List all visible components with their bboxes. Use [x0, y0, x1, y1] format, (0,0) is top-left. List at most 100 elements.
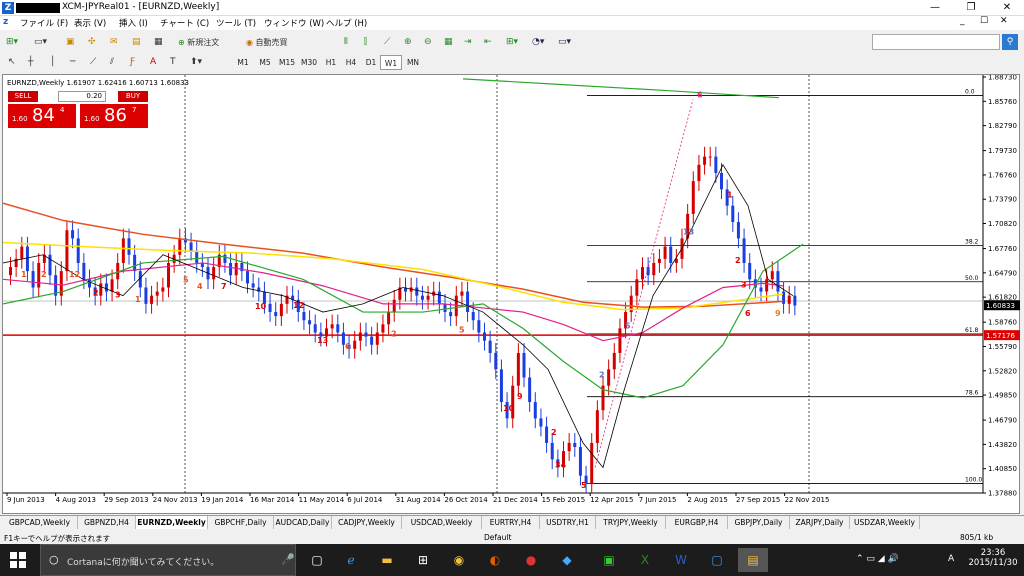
buy-price-box[interactable]: 1.60 86 7 [80, 104, 148, 128]
periods-icon[interactable]: ◔▾ [532, 35, 544, 50]
tab-gbpcad-weekly[interactable]: GBPCAD,Weekly [2, 516, 78, 529]
tab-usdtry-h1[interactable]: USDTRY,H1 [540, 516, 596, 529]
line-app-icon[interactable]: ▣ [594, 548, 624, 572]
data-window-icon[interactable]: ✣ [88, 35, 96, 50]
maximize-button[interactable]: ❐ [956, 1, 986, 15]
menu-chart[interactable]: チャート (C) [160, 17, 209, 29]
firefox-icon[interactable]: ◐ [480, 548, 510, 572]
menu-file[interactable]: ファイル (F) [20, 17, 68, 29]
tab-eurnzd-weekly[interactable]: EURNZD,Weekly [136, 516, 208, 529]
tile-windows-icon[interactable]: ▦ [444, 35, 453, 50]
market-watch-icon[interactable]: ▣ [66, 35, 75, 50]
cursor-icon[interactable]: ↖ [8, 55, 16, 70]
app-window-icon[interactable]: ▢ [702, 548, 732, 572]
tab-eurtry-h4[interactable]: EURTRY,H4 [482, 516, 540, 529]
indicators-icon[interactable]: ⊞▾ [506, 35, 518, 50]
tab-eurgbp-h4[interactable]: EURGBP,H4 [666, 516, 728, 529]
store-icon[interactable]: ⊞ [408, 548, 438, 572]
tab-usdcad-weekly[interactable]: USDCAD,Weekly [402, 516, 482, 529]
count-label: 6 [697, 91, 703, 100]
windows-start-icon[interactable] [10, 552, 26, 568]
navigator-icon[interactable]: ✉ [110, 35, 118, 50]
chart-window[interactable]: 1.88730 1.85760 1.82790 1.79730 1.76760 1.737… [2, 74, 1020, 514]
tab-usdzar-weekly[interactable]: USDZAR,Weekly [850, 516, 920, 529]
candle-body [443, 303, 447, 313]
terminal-icon[interactable]: ▤ [132, 35, 141, 50]
tab-cadjpy-weekly[interactable]: CADJPY,Weekly [332, 516, 402, 529]
fibonacci-icon[interactable]: Ƒ [130, 55, 135, 70]
candle-body [133, 254, 137, 272]
new-order-button[interactable]: ⊕ 新規注文 [178, 35, 219, 50]
autoscroll-icon[interactable]: ⇤ [484, 35, 492, 50]
timeframe-d1[interactable]: D1 [360, 55, 382, 70]
text-icon[interactable]: A [150, 55, 156, 70]
child-minimize-button[interactable]: _ [960, 16, 965, 26]
chrome-icon[interactable]: ◉ [444, 548, 474, 572]
new-chart-icon[interactable]: ⊞▾ [6, 35, 18, 50]
search-icon[interactable]: ⚲ [1002, 34, 1018, 50]
edge-icon[interactable]: ℯ [336, 548, 366, 572]
timeframe-m30[interactable]: M30 [298, 55, 320, 70]
tab-gbpchf-daily[interactable]: GBPCHF,Daily [208, 516, 274, 529]
candle-chart-icon[interactable]: ⫿ [364, 35, 367, 50]
microphone-icon[interactable]: 🎤 [281, 553, 295, 566]
excel-icon[interactable]: X [630, 548, 660, 572]
tab-gbpnzd-h4[interactable]: GBPNZD,H4 [78, 516, 136, 529]
arrows-icon[interactable]: ⬆▾ [190, 55, 202, 70]
menu-tools[interactable]: ツール (T) [216, 17, 256, 29]
auto-trade-icon: ◉ [246, 38, 253, 47]
ime-indicator[interactable]: A [948, 554, 954, 564]
candle-body [466, 291, 470, 313]
menu-insert[interactable]: 挿入 (I) [119, 17, 148, 29]
tab-zarjpy-daily[interactable]: ZARJPY,Daily [790, 516, 850, 529]
minimize-button[interactable]: — [920, 1, 950, 15]
timeframe-w1[interactable]: W1 [380, 55, 402, 70]
menu-window[interactable]: ウィンドウ (W) [264, 17, 324, 29]
timeframe-m15[interactable]: M15 [276, 55, 298, 70]
tester-icon[interactable]: ▦ [154, 35, 163, 50]
chart-shift-icon[interactable]: ⇥ [464, 35, 472, 50]
menu-help[interactable]: ヘルプ (H) [326, 17, 367, 29]
buy-button[interactable]: BUY [118, 91, 148, 102]
templates-icon[interactable]: ▭▾ [558, 35, 571, 50]
crosshair-icon[interactable]: ┼ [28, 55, 33, 70]
child-close-button[interactable]: ✕ [1000, 16, 1008, 26]
taskbar-clock[interactable]: 23:36 2015/11/30 [968, 548, 1018, 568]
sell-price-box[interactable]: 1.60 84 4 [8, 104, 76, 128]
lot-size-input[interactable]: 0.20 [58, 91, 106, 102]
tab-audcad-daily[interactable]: AUDCAD,Daily [274, 516, 332, 529]
auto-trade-button[interactable]: ◉ 自動売買 [246, 35, 288, 50]
metatrader-task-icon[interactable]: ▤ [738, 548, 768, 572]
bar-chart-icon[interactable]: ⫴ [344, 35, 348, 50]
timeframe-m1[interactable]: M1 [232, 55, 254, 70]
profiles-icon[interactable]: ▭▾ [34, 35, 47, 50]
child-restore-button[interactable]: ☐ [980, 16, 988, 26]
timeframe-mn[interactable]: MN [402, 55, 424, 70]
price-chart[interactable]: 1.88730 1.85760 1.82790 1.79730 1.76760 1.737… [3, 75, 1021, 515]
sell-button[interactable]: SELL [8, 91, 38, 102]
task-view-icon[interactable]: ▢ [302, 548, 332, 572]
tray-icons[interactable]: ⌃ ▭ ◢ 🔊 [856, 554, 899, 564]
app-blue-icon[interactable]: ◆ [552, 548, 582, 572]
timeframe-m5[interactable]: M5 [254, 55, 276, 70]
app-red-icon[interactable]: ● [516, 548, 546, 572]
timeframe-h1[interactable]: H1 [320, 55, 342, 70]
horizontal-line-icon[interactable]: ─ [70, 55, 75, 70]
channel-icon[interactable]: ⫽ [110, 55, 114, 70]
sell-price-big: 84 [32, 105, 55, 126]
menu-view[interactable]: 表示 (V) [74, 17, 106, 29]
close-button[interactable]: ✕ [992, 1, 1022, 15]
search-input[interactable] [872, 34, 1000, 50]
vertical-line-icon[interactable]: │ [50, 55, 55, 70]
file-explorer-icon[interactable]: ▬ [372, 548, 402, 572]
trendline-icon[interactable]: ⟋ [90, 55, 96, 70]
line-chart-icon[interactable]: ⟋ [384, 35, 390, 50]
tab-gbpjpy-daily[interactable]: GBPJPY,Daily [728, 516, 790, 529]
timeframe-h4[interactable]: H4 [340, 55, 362, 70]
word-icon[interactable]: W [666, 548, 696, 572]
zoom-in-icon[interactable]: ⊕ [404, 35, 412, 50]
zoom-out-icon[interactable]: ⊖ [424, 35, 432, 50]
tab-tryjpy-weekly[interactable]: TRYJPY,Weekly [596, 516, 666, 529]
cortana-search[interactable]: ○ Cortanaに何か聞いてみてください。 🎤 [40, 544, 296, 576]
label-icon[interactable]: T [170, 55, 176, 70]
